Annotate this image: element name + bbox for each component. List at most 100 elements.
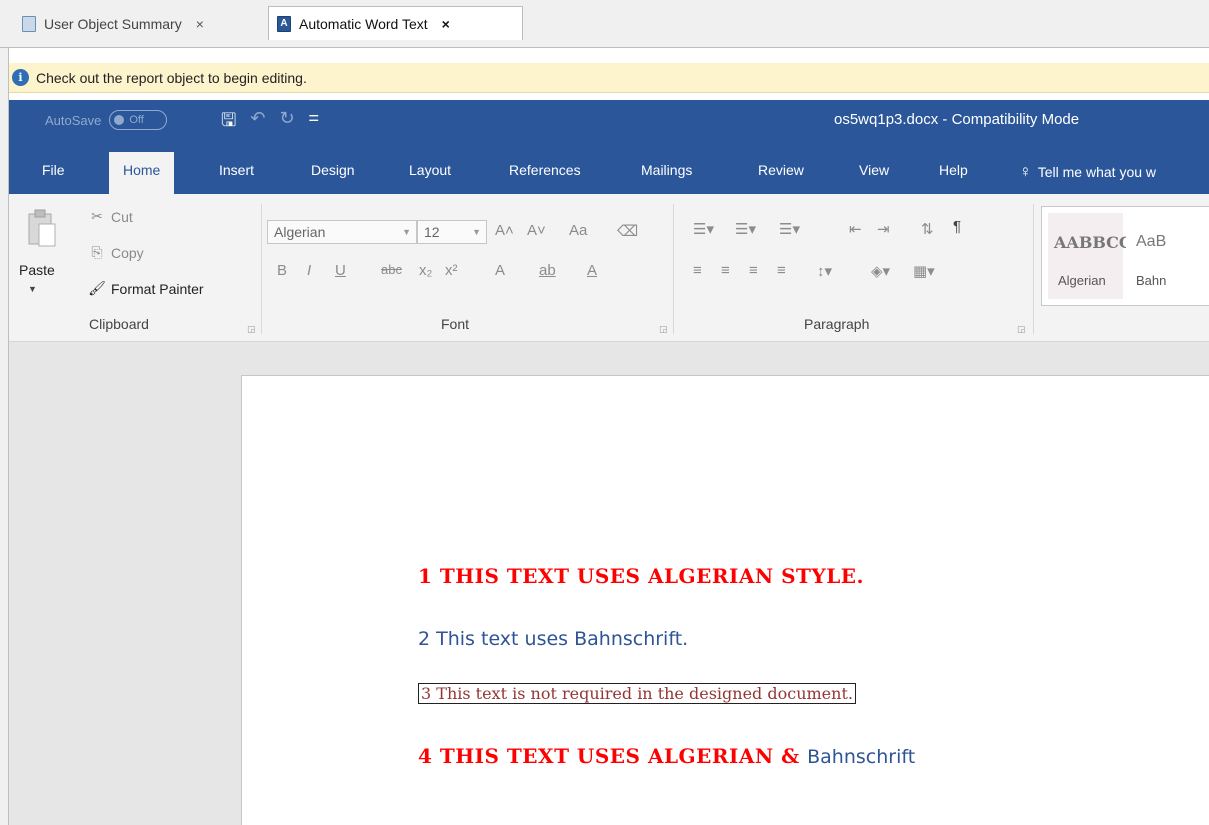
- strikethrough-button[interactable]: abc: [381, 262, 402, 277]
- style-bahnschrift[interactable]: AaB Bahn: [1126, 213, 1201, 299]
- dialog-launcher-icon[interactable]: ◲: [247, 324, 256, 335]
- justify-icon[interactable]: ≡: [777, 262, 786, 279]
- align-center-icon[interactable]: ≡: [721, 262, 730, 279]
- shrink-font-icon[interactable]: A˅: [527, 222, 546, 239]
- copy-button[interactable]: ⎘ Copy: [87, 244, 144, 261]
- info-message: Check out the report object to begin edi…: [36, 69, 307, 86]
- undo-icon[interactable]: ↶: [250, 108, 265, 138]
- chevron-down-icon: ▼: [402, 227, 411, 237]
- styles-gallery: AABBCC Algerian AaB Bahn: [1041, 206, 1209, 306]
- tab-review[interactable]: Review: [758, 154, 804, 194]
- underline-button[interactable]: U: [335, 262, 346, 279]
- format-painter-label: Format Painter: [111, 280, 204, 297]
- highlight-icon[interactable]: ab: [539, 262, 556, 279]
- line-spacing-icon[interactable]: ↕▾: [817, 262, 832, 280]
- superscript-button[interactable]: x²: [445, 262, 458, 279]
- tab-insert[interactable]: Insert: [219, 154, 254, 194]
- tell-me-label: Tell me what you w: [1037, 164, 1157, 180]
- align-right-icon[interactable]: ≡: [749, 262, 758, 279]
- change-case-button[interactable]: Aa: [569, 222, 587, 239]
- font-size-box[interactable]: 12 ▼: [417, 220, 487, 244]
- tab-design[interactable]: Design: [311, 154, 355, 194]
- paste-button[interactable]: Paste: [19, 262, 55, 278]
- tab-label: Automatic Word Text: [299, 15, 428, 32]
- tab-references[interactable]: References: [509, 154, 581, 194]
- tab-user-object-summary[interactable]: User Object Summary ×: [14, 8, 264, 40]
- increase-indent-icon[interactable]: ⇥: [877, 220, 890, 238]
- clipboard-group-label: Clipboard: [89, 316, 149, 332]
- scissors-icon: ✂: [91, 208, 103, 224]
- save-icon[interactable]: 🖫: [221, 108, 236, 138]
- redo-icon[interactable]: ↻: [279, 108, 294, 138]
- dialog-launcher-icon[interactable]: ◲: [659, 324, 668, 335]
- info-icon: i: [12, 69, 29, 86]
- document-title: os5wq1p3.docx - Compatibility Mode: [834, 111, 1080, 128]
- copy-icon: ⎘: [91, 244, 103, 260]
- paste-icon[interactable]: [27, 208, 57, 248]
- tab-label: User Object Summary: [44, 16, 182, 32]
- font-size-value: 12: [424, 224, 440, 240]
- numbering-icon[interactable]: ☰▾: [735, 220, 756, 238]
- tab-automatic-word-text[interactable]: A Automatic Word Text ×: [268, 6, 523, 40]
- quick-access-toolbar: 🖫 ↶ ↻ =: [221, 108, 319, 138]
- bullets-icon[interactable]: ☰▾: [693, 220, 714, 238]
- outer-tab-strip: User Object Summary × A Automatic Word T…: [0, 0, 1209, 48]
- tab-layout[interactable]: Layout: [409, 154, 451, 194]
- autosave-toggle[interactable]: Off: [109, 110, 168, 130]
- font-color-icon[interactable]: A: [587, 262, 597, 279]
- style-sample: AABBCC: [1054, 233, 1132, 252]
- copy-label: Copy: [111, 244, 144, 261]
- style-sample: AaB: [1136, 233, 1167, 250]
- dialog-launcher-icon[interactable]: ◲: [1017, 324, 1026, 335]
- tell-me-search[interactable]: ♀ Tell me what you w: [1019, 162, 1156, 182]
- group-divider: [261, 204, 262, 334]
- multilevel-list-icon[interactable]: ☰▾: [779, 220, 800, 238]
- text-effects-icon[interactable]: A: [495, 262, 505, 279]
- chevron-down-icon: ▼: [472, 227, 481, 237]
- style-name: Bahn: [1136, 273, 1167, 288]
- doc-line-1[interactable]: 1 THIS TEXT USES ALGERIAN STYLE.: [418, 564, 864, 588]
- tab-help[interactable]: Help: [939, 154, 968, 194]
- autosave[interactable]: AutoSave Off: [45, 110, 168, 130]
- style-name: Algerian: [1058, 273, 1106, 288]
- bold-button[interactable]: B: [277, 262, 287, 279]
- tab-home[interactable]: Home: [109, 152, 175, 194]
- borders-icon[interactable]: ▦▾: [913, 262, 935, 280]
- word-title-bar: AutoSave Off 🖫 ↶ ↻ = os5wq1p3.docx - Com…: [9, 100, 1209, 140]
- tab-view[interactable]: View: [859, 154, 889, 194]
- subscript-button[interactable]: x₂: [419, 262, 432, 279]
- format-painter-button[interactable]: 🖌 Format Painter: [87, 280, 204, 297]
- tab-file[interactable]: File: [42, 154, 65, 194]
- style-algerian[interactable]: AABBCC Algerian: [1048, 213, 1132, 299]
- font-group-label: Font: [441, 316, 470, 332]
- close-icon[interactable]: ×: [196, 16, 204, 32]
- doc-line-2[interactable]: 2 This text uses Bahnschrift.: [418, 628, 688, 650]
- font-name-box[interactable]: Algerian ▼: [267, 220, 417, 244]
- autosave-label: AutoSave: [45, 112, 102, 128]
- customize-qat-icon[interactable]: =: [309, 108, 320, 138]
- close-icon[interactable]: ×: [442, 16, 450, 32]
- summary-icon: [22, 16, 36, 32]
- group-divider: [1033, 204, 1034, 334]
- tab-mailings[interactable]: Mailings: [641, 154, 692, 194]
- decrease-indent-icon[interactable]: ⇤: [849, 220, 862, 238]
- shading-icon[interactable]: ◈▾: [871, 262, 890, 280]
- chevron-down-icon[interactable]: ▼: [28, 284, 37, 294]
- sort-icon[interactable]: ⇅: [921, 220, 934, 238]
- bahnschrift-text: Bahnschrift: [807, 746, 916, 768]
- paintbrush-icon: 🖌: [88, 280, 106, 296]
- align-left-icon[interactable]: ≡: [693, 262, 702, 279]
- doc-line-3[interactable]: 3 This text is not required in the desig…: [418, 683, 856, 704]
- italic-button[interactable]: I: [307, 262, 311, 279]
- document-page[interactable]: 1 THIS TEXT USES ALGERIAN STYLE. 2 This …: [241, 375, 1209, 825]
- ribbon-tabs: File Home Insert Design Layout Reference…: [9, 140, 1209, 194]
- show-formatting-button[interactable]: ¶: [953, 218, 961, 235]
- font-name-value: Algerian: [274, 224, 326, 240]
- clear-formatting-icon[interactable]: ⌫: [617, 222, 638, 240]
- group-divider: [673, 204, 674, 334]
- grow-font-icon[interactable]: A˄: [495, 222, 514, 239]
- toggle-knob: [114, 115, 125, 125]
- doc-line-4[interactable]: 4 THIS TEXT USES ALGERIAN & Bahnschrift: [418, 744, 915, 768]
- word-document-icon: A: [277, 15, 291, 32]
- cut-button[interactable]: ✂ Cut: [87, 208, 133, 225]
